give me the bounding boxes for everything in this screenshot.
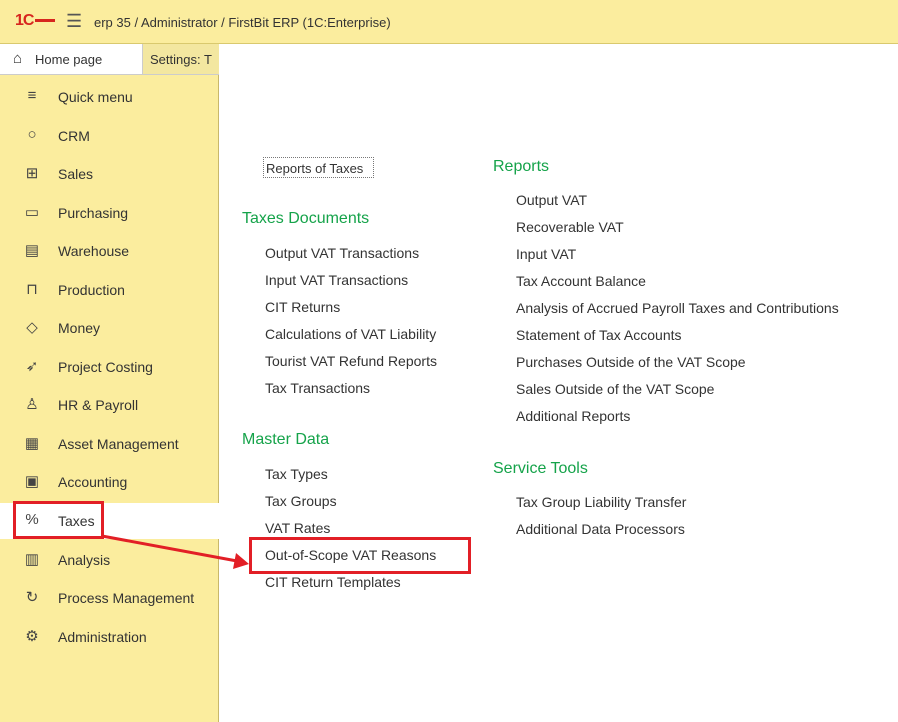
annotation-arrow <box>101 534 249 569</box>
